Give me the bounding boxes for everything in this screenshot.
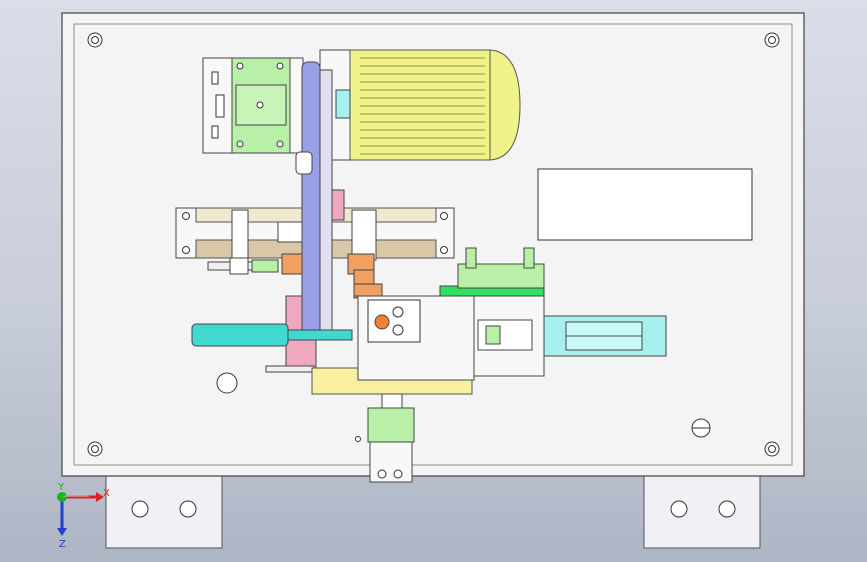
cad-viewport[interactable]: X Y Z [0, 0, 867, 562]
mounting-foot-left[interactable] [105, 475, 223, 549]
coordinate-triad-icon [57, 492, 104, 536]
y-axis-label: Y [57, 482, 65, 493]
cad-drawing: X Y Z [57, 12, 805, 550]
label-plate[interactable] [537, 168, 753, 241]
right-slide-unit[interactable] [473, 295, 545, 377]
motor[interactable] [319, 49, 521, 161]
x-axis-label: X [103, 488, 110, 499]
motor-bracket[interactable] [202, 57, 304, 154]
center-block[interactable] [353, 283, 475, 381]
air-cylinder-right[interactable] [543, 315, 667, 357]
mounting-foot-right[interactable] [643, 475, 761, 549]
z-axis-label: Z [59, 539, 66, 550]
